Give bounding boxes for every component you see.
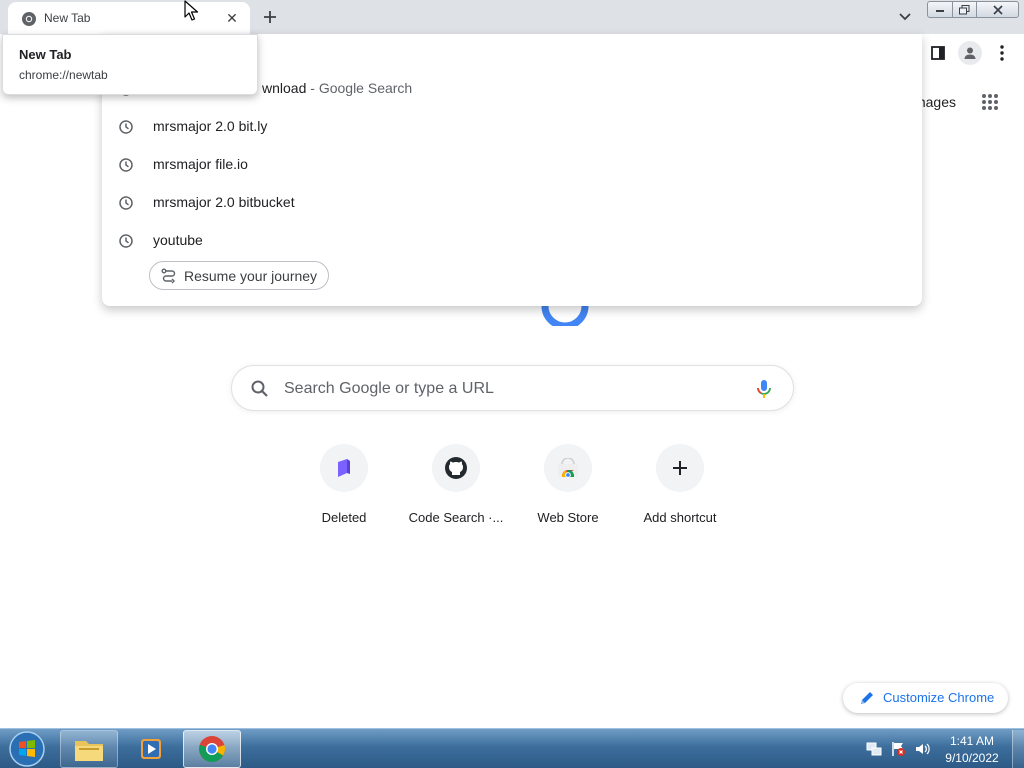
suggestion-text: mrsmajor 2.0 bit.ly [153, 118, 268, 134]
network-icon[interactable] [866, 741, 882, 757]
hover-card-url: chrome://newtab [19, 68, 108, 82]
taskbar-file-explorer[interactable] [60, 730, 118, 768]
mouse-cursor-icon [184, 0, 199, 21]
suggestion-row[interactable]: mrsmajor file.io [102, 146, 922, 184]
shortcut-deleted[interactable]: Deleted [288, 444, 400, 540]
clock-icon [119, 158, 133, 172]
close-tab-icon[interactable]: ✕ [222, 8, 242, 28]
shortcut-label: Code Search ·... [408, 510, 504, 525]
minimize-icon [936, 9, 944, 12]
shortcut-tile [432, 444, 480, 492]
action-center-flag-icon[interactable] [890, 741, 906, 757]
clock-icon [119, 120, 133, 134]
journey-icon [161, 268, 176, 283]
deleted-icon [338, 459, 350, 477]
google-apps-button[interactable] [978, 90, 1002, 114]
shortcut-label: Add shortcut [643, 510, 717, 525]
hover-card-title: New Tab [19, 47, 72, 62]
suggestion-row[interactable]: youtube [102, 222, 922, 260]
clock-date[interactable]: 9/10/2022 [936, 751, 1008, 765]
restore-button[interactable] [952, 1, 977, 18]
taskbar: 1:41 AM 9/10/2022 [0, 728, 1024, 768]
resume-journey-label: Resume your journey [184, 267, 318, 284]
chrome-menu-button[interactable] [992, 42, 1012, 64]
add-shortcut-button[interactable]: Add shortcut [624, 444, 736, 540]
close-icon [992, 4, 1003, 15]
shortcut-tile [656, 444, 704, 492]
customize-chrome-label: Customize Chrome [883, 690, 995, 705]
tab-hover-card: New Tab chrome://newtab [2, 34, 258, 95]
web-store-icon [558, 458, 578, 478]
shortcut-web-store[interactable]: Web Store [512, 444, 624, 540]
media-player-icon [141, 739, 161, 759]
pencil-icon [861, 692, 873, 704]
profile-button[interactable] [958, 41, 982, 65]
search-input[interactable] [284, 377, 744, 401]
start-button[interactable] [6, 730, 48, 768]
suggestion-suffix: - Google Search [310, 80, 413, 96]
suggestion-text: youtube [153, 232, 203, 248]
search-icon [251, 380, 268, 397]
tab-strip: New Tab ✕ [0, 0, 1024, 34]
new-tab-button[interactable] [258, 5, 282, 29]
shortcut-code-search[interactable]: Code Search ·... [400, 444, 512, 540]
tab-search-button[interactable] [894, 6, 916, 28]
suggestion-text: mrsmajor 2.0 bitbucket [153, 194, 295, 210]
window-close-button[interactable] [976, 1, 1019, 18]
shortcut-label: Deleted [321, 510, 367, 525]
profile-icon [964, 47, 976, 59]
suggestion-text: wnload [262, 80, 307, 96]
github-icon [445, 457, 467, 479]
clock-icon [119, 234, 133, 248]
screen: New Tab ✕ Images Search Google or type a… [0, 0, 1024, 768]
volume-icon[interactable] [914, 741, 930, 757]
ntp-search-box[interactable] [231, 365, 794, 411]
tab-title: New Tab [44, 11, 91, 25]
shortcut-tile [544, 444, 592, 492]
taskbar-chrome[interactable] [183, 730, 241, 768]
taskbar-media-player[interactable] [122, 730, 180, 768]
plus-icon [264, 11, 276, 23]
windows-logo-icon [9, 731, 45, 767]
customize-chrome-button[interactable]: Customize Chrome [843, 683, 1008, 713]
tab-new-tab[interactable]: New Tab ✕ [8, 2, 250, 34]
minimize-button[interactable] [927, 1, 953, 18]
restore-icon [959, 4, 970, 14]
side-panel-button[interactable] [927, 42, 949, 64]
kebab-menu-icon [1000, 45, 1004, 61]
suggestion-text: mrsmajor file.io [153, 156, 248, 172]
clock-icon [119, 196, 133, 210]
chrome-icon [22, 12, 36, 26]
suggestion-row[interactable]: mrsmajor 2.0 bit.ly [102, 108, 922, 146]
plus-icon [673, 461, 687, 475]
chrome-icon [199, 736, 226, 762]
suggestion-row[interactable]: mrsmajor 2.0 bitbucket [102, 184, 922, 222]
side-panel-icon [931, 46, 945, 60]
clock-time[interactable]: 1:41 AM [936, 734, 1008, 748]
resume-journey-chip[interactable]: Resume your journey [149, 261, 330, 290]
apps-grid-icon [982, 94, 998, 110]
folder-icon [75, 741, 103, 761]
chevron-down-icon [899, 13, 911, 21]
shortcut-label: Web Store [537, 510, 599, 525]
microphone-icon[interactable] [754, 378, 774, 400]
shortcut-tile [320, 444, 368, 492]
show-desktop-button[interactable] [1012, 730, 1024, 768]
